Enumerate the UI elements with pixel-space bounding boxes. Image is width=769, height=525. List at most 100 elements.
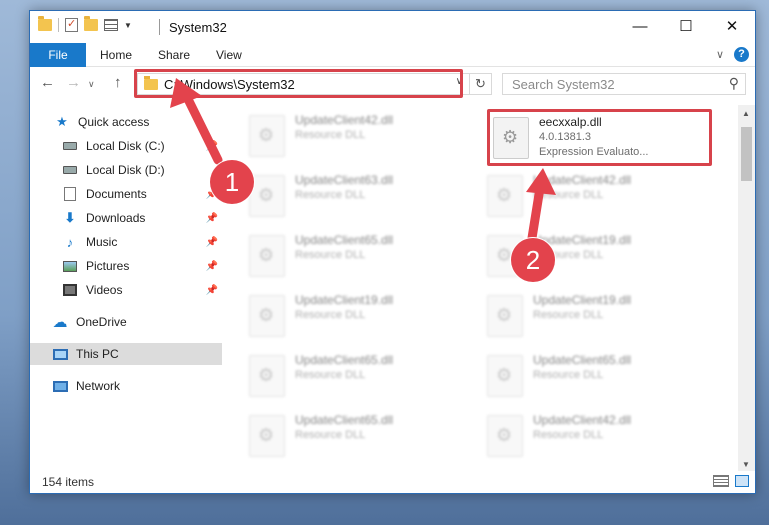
folder-icon — [38, 16, 52, 31]
list-item[interactable]: UpdateClient19.dll Resource DLL — [487, 291, 707, 341]
sidebar-item-documents[interactable]: Documents 📌 — [30, 183, 222, 205]
file-type: Resource DLL — [295, 309, 366, 321]
videos-icon — [62, 282, 78, 298]
tab-share[interactable]: Share — [158, 43, 190, 67]
pin-icon[interactable]: 📌 — [206, 213, 218, 224]
pin-icon[interactable]: 📌 — [206, 141, 218, 152]
help-icon[interactable]: ? — [734, 47, 749, 62]
list-item[interactable]: UpdateClient65.dll Resource DLL — [249, 231, 469, 281]
pictures-icon — [62, 258, 78, 274]
file-type: Resource DLL — [295, 189, 366, 201]
new-folder-icon[interactable] — [84, 16, 98, 31]
file-name: UpdateClient42.dll — [533, 413, 632, 427]
sidebar-item-music[interactable]: ♪ Music 📌 — [30, 231, 222, 253]
sidebar-item-label: This PC — [76, 347, 119, 361]
scrollbar-thumb[interactable] — [741, 127, 752, 181]
sidebar-item-label: Videos — [86, 283, 123, 297]
list-item[interactable]: UpdateClient65.dll Resource DLL — [249, 411, 469, 461]
step-2-callout: 2 — [511, 238, 555, 282]
file-type: Resource DLL — [295, 369, 366, 381]
title-bar: ▼ System32 — ☐ ✕ — [30, 11, 755, 43]
sidebar-item-label: OneDrive — [76, 315, 127, 329]
documents-icon — [62, 186, 78, 202]
back-arrow-icon[interactable]: ← — [40, 74, 55, 91]
up-arrow-icon[interactable]: ↑ — [114, 74, 122, 91]
file-type: Resource DLL — [533, 309, 604, 321]
toolbar-divider — [58, 18, 59, 32]
list-item[interactable]: UpdateClient42.dll Resource DLL — [487, 411, 707, 461]
sidebar-item-label: Music — [86, 235, 118, 249]
file-name: UpdateClient65.dll — [295, 413, 394, 427]
close-button[interactable]: ✕ — [709, 11, 755, 41]
music-icon: ♪ — [66, 234, 74, 250]
list-item[interactable]: UpdateClient42.dll Resource DLL — [487, 171, 707, 221]
view-options-icon[interactable] — [104, 19, 118, 31]
tab-home[interactable]: Home — [100, 43, 132, 67]
vertical-scrollbar[interactable]: ▲ ▼ — [738, 105, 755, 473]
properties-icon[interactable] — [65, 17, 78, 32]
list-item[interactable]: UpdateClient63.dll Resource DLL — [249, 171, 469, 221]
file-name: UpdateClient19.dll — [295, 293, 394, 307]
navigation-pane: ★ Quick access Local Disk (C:) 📌 Local D… — [30, 105, 222, 467]
sidebar-item-label: Quick access — [78, 115, 150, 129]
sidebar-item-local-disk-c[interactable]: Local Disk (C:) 📌 — [30, 135, 222, 157]
maximize-button[interactable]: ☐ — [663, 11, 709, 41]
scroll-down-icon[interactable]: ▼ — [742, 460, 750, 469]
file-name: UpdateClient63.dll — [295, 173, 394, 187]
list-item[interactable]: UpdateClient19.dll Resource DLL — [249, 291, 469, 341]
large-icons-view-icon[interactable] — [735, 475, 749, 487]
sidebar-item-label: Local Disk (C:) — [86, 139, 165, 153]
list-item[interactable]: UpdateClient65.dll Resource DLL — [249, 351, 469, 401]
expand-ribbon-chevron-icon[interactable]: ∨ — [716, 48, 724, 61]
sidebar-item-onedrive[interactable]: ☁ OneDrive — [30, 311, 222, 333]
dll-file-icon — [487, 175, 523, 217]
pin-icon[interactable]: 📌 — [206, 237, 218, 248]
dll-file-icon — [487, 415, 523, 457]
address-highlight-box — [134, 69, 463, 98]
refresh-icon[interactable]: ↻ — [469, 74, 491, 94]
list-item[interactable]: UpdateClient42.dll Resource DLL — [249, 111, 469, 161]
pin-icon[interactable]: 📌 — [206, 285, 218, 296]
file-name: UpdateClient65.dll — [533, 353, 632, 367]
sidebar-item-pictures[interactable]: Pictures 📌 — [30, 255, 222, 277]
sidebar-item-quick-access[interactable]: ★ Quick access — [30, 111, 222, 133]
search-box[interactable]: Search System32 ⚲ — [502, 73, 746, 95]
dll-file-icon — [487, 355, 523, 397]
dll-file-icon — [487, 295, 523, 337]
tab-file[interactable]: File — [30, 43, 86, 67]
forward-arrow-icon[interactable]: → — [66, 74, 81, 91]
customize-toolbar-dropdown-icon[interactable]: ▼ — [124, 21, 132, 30]
sidebar-item-network[interactable]: Network — [30, 375, 222, 397]
title-divider — [159, 19, 160, 35]
dll-file-icon — [249, 415, 285, 457]
minimize-button[interactable]: — — [617, 11, 663, 41]
sidebar-item-this-pc[interactable]: This PC — [30, 343, 222, 365]
status-bar: 154 items — [30, 471, 755, 493]
scroll-up-icon[interactable]: ▲ — [742, 109, 750, 118]
sidebar-item-local-disk-d[interactable]: Local Disk (D:) — [30, 159, 222, 181]
file-type: Resource DLL — [533, 189, 604, 201]
file-name: UpdateClient42.dll — [533, 173, 632, 187]
details-view-icon[interactable] — [713, 475, 729, 487]
sidebar-item-label: Local Disk (D:) — [86, 163, 165, 177]
sidebar-item-downloads[interactable]: ⬇ Downloads 📌 — [30, 207, 222, 229]
recent-locations-chevron-icon[interactable]: ∨ — [88, 79, 95, 90]
network-icon — [52, 378, 68, 394]
dll-file-icon — [249, 115, 285, 157]
drive-icon — [62, 162, 78, 178]
star-icon: ★ — [56, 114, 68, 129]
sidebar-item-videos[interactable]: Videos 📌 — [30, 279, 222, 301]
tab-view[interactable]: View — [216, 43, 242, 67]
window-controls: — ☐ ✕ — [617, 11, 755, 41]
file-type: Resource DLL — [295, 129, 366, 141]
onedrive-icon: ☁ — [52, 314, 68, 331]
sidebar-item-label: Documents — [86, 187, 147, 201]
file-name: UpdateClient19.dll — [533, 293, 632, 307]
list-item[interactable]: UpdateClient65.dll Resource DLL — [487, 351, 707, 401]
file-highlight-box — [487, 109, 712, 166]
sidebar-item-label: Network — [76, 379, 121, 393]
download-icon: ⬇ — [64, 210, 76, 225]
search-placeholder[interactable]: Search System32 — [512, 77, 615, 92]
search-icon[interactable]: ⚲ — [729, 75, 739, 92]
pin-icon[interactable]: 📌 — [206, 261, 218, 272]
